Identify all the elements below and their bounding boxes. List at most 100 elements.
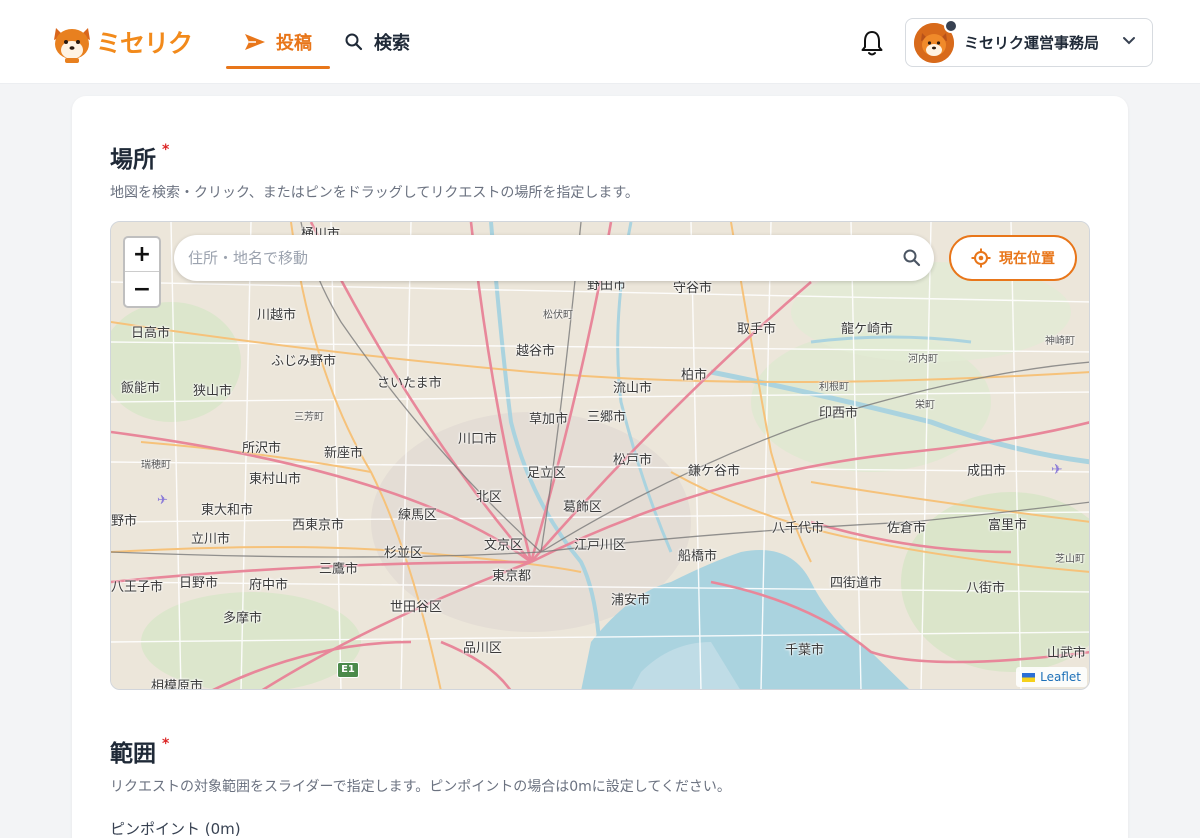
zoom-control: + − [123,236,161,308]
map-label: 鎌ケ谷市 [688,464,741,479]
tab-search-label: 検索 [374,33,410,54]
chevron-down-icon [1123,37,1135,45]
map-label: 野市 [111,514,138,529]
map-label: 飯能市 [121,381,161,396]
map-label: ふじみ野市 [271,354,337,369]
map-label: さいたま市 [377,376,442,391]
map-label: 栄町 [915,400,935,411]
map-label: 八千代市 [772,521,825,536]
tab-post[interactable]: 投稿 [226,22,330,69]
map-search-input[interactable] [188,235,888,281]
range-value-label: ピンポイント (0m) [110,820,241,838]
map-label: 東大和市 [201,503,254,518]
map-label: 東京都 [492,569,532,584]
tab-search[interactable]: 検索 [344,22,410,62]
map-attribution[interactable]: Leaflet [1016,667,1087,687]
map-label: 狭山市 [193,384,233,399]
map-label: 日高市 [131,326,171,341]
required-mark: * [162,142,170,158]
crosshair-icon [971,248,991,268]
zoom-in-button[interactable]: + [125,238,159,272]
map-label: 三鷹市 [319,562,359,577]
map-label: 船橋市 [678,549,718,564]
map-label: 江戸川区 [574,538,627,553]
map-label: 山武市 [1047,646,1087,661]
location-heading: 場所 * [110,140,169,174]
road-badge: E1 [341,664,355,675]
bell-icon[interactable] [858,28,886,58]
map-label: 芝山町 [1055,554,1085,565]
map-label: 松伏町 [543,310,573,321]
map-label: 西東京市 [292,518,345,533]
range-title: 範囲 [110,741,156,767]
avatar [914,18,958,63]
map-label: 取手市 [737,322,777,337]
map-label: 千葉市 [785,643,825,658]
map-label: 所沢市 [242,441,282,456]
map-label: 成田市 [967,464,1007,479]
app-logo[interactable]: ミセリク [50,20,193,64]
map-label: 足立区 [527,466,567,481]
location-map[interactable]: ✈ ✈ ふじみ野市 川越市 さいたま市 越谷市 流山市 柏市 取手市 龍ケ崎市 … [110,221,1090,690]
map-label: 越谷市 [516,344,556,359]
map-label: 印西市 [819,406,859,421]
map-label: 府中市 [249,578,289,593]
map-label: 瑞穂町 [141,460,171,471]
map-label: 東村山市 [249,472,302,487]
map-label: 龍ケ崎市 [841,322,894,337]
map-label: 立川市 [191,532,231,547]
map-label: 富里市 [988,518,1028,533]
map-label: 柏市 [681,368,708,383]
search-icon[interactable] [902,248,922,268]
map-label: 流山市 [613,381,653,396]
tab-post-label: 投稿 [276,33,312,54]
map-label: 日野市 [179,576,219,591]
map-label: 文京区 [484,538,524,553]
map-label: 川越市 [257,308,297,323]
map-label: 八王子市 [111,580,164,595]
map-label: 世田谷区 [390,600,443,615]
map-label: 品川区 [463,641,503,656]
zoom-out-button[interactable]: − [125,272,159,306]
map-label: 神崎町 [1045,336,1075,347]
map-label: 松戸市 [613,453,653,468]
location-title: 場所 [110,147,156,173]
map-label: 新座市 [324,446,364,461]
range-heading: 範囲 * [110,734,169,768]
post-form-card: 場所 * 地図を検索・クリック、またはピンをドラッグしてリクエストの場所を指定しま… [72,96,1128,838]
map-search-box [174,235,934,281]
settings-badge-icon [944,18,958,33]
ukraine-flag-icon [1022,672,1036,682]
attribution-link[interactable]: Leaflet [1040,670,1081,684]
user-menu-button[interactable]: ミセリク運営事務局 [905,18,1153,67]
map-label: 葛飾区 [563,500,603,515]
range-description: リクエストの対象範囲をスライダーで指定します。ピンポイントの場合は0mに設定して… [110,779,731,795]
current-location-button[interactable]: 現在位置 [949,235,1077,281]
svg-text:✈: ✈ [1051,462,1063,478]
map-label: 多摩市 [223,611,263,626]
map-label: 練馬区 [398,508,438,523]
map-label: 杉並区 [384,546,424,561]
required-mark: * [162,736,170,752]
map-label: 四街道市 [830,576,883,591]
svg-text:✈: ✈ [157,493,168,508]
map-label: 浦安市 [611,593,651,608]
app-header: ミセリク 投稿 検索 ミセリク運営事務局 [0,0,1200,84]
map-label: 北区 [476,490,503,505]
map-label: 川口市 [458,432,498,447]
shiba-logo-icon [54,28,90,63]
map-label: 河内町 [908,354,938,365]
map-label: 佐倉市 [887,521,927,536]
map-label: 利根町 [819,382,849,393]
current-location-label: 現在位置 [999,251,1055,267]
location-description: 地図を検索・クリック、またはピンをドラッグしてリクエストの場所を指定します。 [110,185,639,201]
user-name: ミセリク運営事務局 [964,34,1100,52]
search-icon [345,33,363,51]
logo-text: ミセリク [96,29,193,58]
map-label: 三郷市 [587,410,627,425]
map-label: 三芳町 [294,412,324,423]
map-label: 相模原市 [151,679,204,690]
send-icon [245,34,265,50]
map-label: 八街市 [966,581,1006,596]
map-label: 草加市 [529,412,569,427]
